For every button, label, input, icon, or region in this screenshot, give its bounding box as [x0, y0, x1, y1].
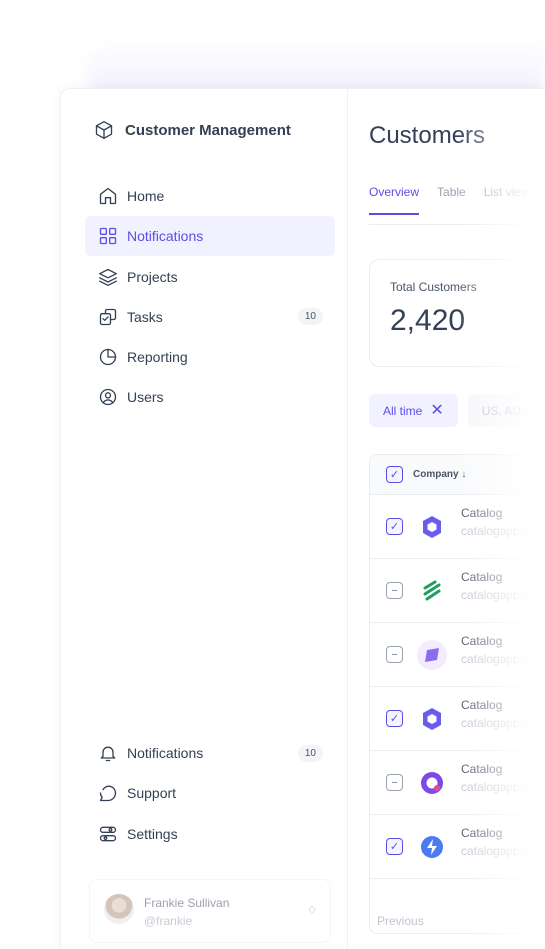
catalog-logo-icon	[417, 704, 447, 734]
notifications-count-badge: 10	[297, 744, 323, 762]
settings-icon	[97, 823, 119, 845]
customers-table: ✓ Company ↓ ✓ Catalog catalogapp.io − Ca…	[369, 454, 545, 934]
catalog-logo-icon	[417, 512, 447, 542]
tasks-icon	[97, 306, 119, 328]
sidebar-item-label: Tasks	[127, 308, 163, 325]
sidebar-item-tasks[interactable]: Tasks 10	[85, 297, 335, 337]
company-name: Catalog	[461, 569, 503, 584]
company-name: Catalog	[461, 633, 503, 648]
column-header-company[interactable]: Company ↓	[413, 469, 466, 480]
home-icon	[97, 185, 119, 207]
tabs: Overview Table List view	[369, 185, 530, 215]
page-title: Customers	[369, 122, 486, 149]
row-checkbox[interactable]: ✓	[386, 518, 403, 535]
user-info: Frankie Sullivan @frankie	[144, 894, 229, 928]
table-row[interactable]: ✓ Catalog catalogapp.io	[370, 815, 545, 879]
company-cell: Catalog catalogapp.io	[461, 826, 533, 858]
bolt-logo-icon	[417, 832, 447, 862]
support-icon	[97, 782, 119, 804]
company-cell: Catalog catalogapp.io	[461, 762, 533, 794]
table-header: ✓ Company ↓	[370, 455, 545, 495]
user-handle: @frankie	[144, 914, 193, 928]
grid-icon	[97, 225, 119, 247]
company-name: Catalog	[461, 505, 503, 520]
sidebar-item-label: Users	[127, 389, 164, 406]
sidebar-item-label: Home	[127, 188, 165, 204]
sidebar-item-label: Projects	[127, 268, 178, 285]
sidebar-item-label: Notifications	[127, 228, 204, 245]
company-cell: Catalog catalogapp.io	[461, 506, 533, 538]
row-checkbox[interactable]: −	[386, 582, 403, 599]
box-icon	[93, 119, 115, 141]
bell-icon	[97, 742, 119, 764]
table-row[interactable]: − Catalog catalogapp.io	[370, 623, 545, 687]
sidebar-item-label: Support	[127, 785, 177, 802]
sidebar-item-home[interactable]: Home	[85, 176, 335, 216]
sidebar-item-users[interactable]: Users	[85, 377, 335, 417]
cube-logo-icon	[417, 639, 447, 670]
company-name: Catalog	[461, 825, 503, 840]
company-domain: catalogapp.io	[461, 843, 533, 858]
app-window: Customer Management Home Notifications P…	[60, 88, 545, 949]
q-logo-icon	[417, 768, 447, 798]
total-customers-card: Total Customers 2,420	[369, 259, 545, 367]
table-row[interactable]: − Catalog catalogapp.io	[370, 559, 545, 623]
sidebar-item-projects[interactable]: Projects	[85, 257, 335, 297]
filter-label: All time	[383, 403, 423, 418]
company-cell: Catalog catalogapp.io	[461, 698, 533, 730]
company-domain: catalogapp.io	[461, 779, 533, 794]
close-icon[interactable]: ✕	[430, 402, 443, 419]
filter-label: US, AU, +4	[481, 403, 542, 418]
sidebar-item-settings[interactable]: Settings	[85, 814, 335, 854]
app-title: Customer Management	[125, 121, 291, 139]
select-all-checkbox[interactable]: ✓	[386, 466, 403, 483]
chevron-selector-icon[interactable]: ◇	[308, 904, 316, 915]
sidebar: Customer Management Home Notifications P…	[61, 89, 348, 949]
company-domain: catalogapp.io	[461, 523, 533, 538]
leaf-logo-icon	[417, 576, 447, 606]
user-name: Frankie Sullivan	[144, 896, 230, 910]
sidebar-bottom-nav: Notifications 10 Support Settings	[85, 733, 335, 854]
main-content: Customers Overview Table List view Total…	[349, 89, 545, 949]
tab-table[interactable]: Table	[437, 185, 466, 215]
brand: Customer Management	[93, 119, 291, 141]
company-domain: catalogapp.io	[461, 715, 533, 730]
tasks-count-badge: 10	[297, 308, 323, 326]
stat-value: 2,420	[390, 304, 466, 337]
avatar	[104, 894, 134, 924]
stat-label: Total Customers	[390, 280, 477, 294]
sidebar-item-label: Notifications	[127, 745, 204, 761]
table-row[interactable]: ✓ Catalog catalogapp.io	[370, 687, 545, 751]
sidebar-nav: Home Notifications Projects Tasks 10 Rep…	[85, 176, 335, 418]
user-circle-icon	[97, 386, 119, 408]
tabs-divider	[369, 224, 545, 225]
tab-overview[interactable]: Overview	[369, 185, 420, 215]
sidebar-item-reporting[interactable]: Reporting	[85, 337, 335, 377]
row-checkbox[interactable]: ✓	[386, 710, 403, 727]
sidebar-item-notifications-bottom[interactable]: Notifications 10	[85, 733, 335, 773]
layers-icon	[97, 266, 119, 288]
sidebar-item-support[interactable]: Support	[85, 773, 335, 813]
company-name: Catalog	[461, 761, 503, 776]
tab-list-view[interactable]: List view	[484, 185, 530, 215]
row-checkbox[interactable]: −	[386, 646, 403, 663]
company-domain: catalogapp.io	[461, 587, 533, 602]
previous-page-button[interactable]: Previous	[377, 914, 424, 928]
pie-chart-icon	[97, 346, 119, 368]
table-row[interactable]: ✓ Catalog catalogapp.io	[370, 495, 545, 559]
sidebar-item-label: Reporting	[127, 349, 188, 366]
company-domain: catalogapp.io	[461, 651, 533, 666]
table-row[interactable]: − Catalog catalogapp.io	[370, 751, 545, 815]
filter-chip-all-time[interactable]: All time ✕	[369, 394, 458, 427]
filter-chip-region[interactable]: US, AU, +4	[467, 394, 545, 427]
sidebar-item-notifications[interactable]: Notifications	[85, 216, 335, 257]
row-checkbox[interactable]: ✓	[386, 838, 403, 855]
user-account-card[interactable]: Frankie Sullivan @frankie ◇	[89, 879, 331, 943]
filters: All time ✕ US, AU, +4	[369, 394, 545, 427]
company-cell: Catalog catalogapp.io	[461, 570, 533, 602]
sidebar-item-label: Settings	[127, 825, 178, 842]
company-name: Catalog	[461, 697, 503, 712]
company-cell: Catalog catalogapp.io	[461, 634, 533, 666]
row-checkbox[interactable]: −	[386, 774, 403, 791]
